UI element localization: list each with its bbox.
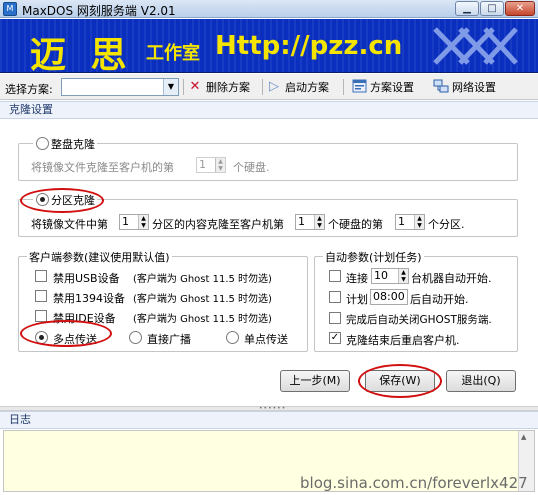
chevron-down-icon[interactable]: ▼ <box>163 79 178 95</box>
scheme-settings-button[interactable]: 方案设置 <box>351 78 414 96</box>
whole-disk-label: 整盘克隆 <box>51 138 95 151</box>
connect-count-checkbox[interactable] <box>329 270 341 282</box>
spin-arrows-icon[interactable]: ▲ ▼ <box>414 215 424 229</box>
delete-scheme-button[interactable]: ✕ 删除方案 <box>187 78 250 96</box>
app-icon: M <box>3 2 17 16</box>
save-button[interactable]: 保存(W) <box>365 370 435 392</box>
start-scheme-label: 启动方案 <box>285 81 329 94</box>
connect-suffix: 台机器自动开始. <box>411 272 492 285</box>
banner-mark-icon <box>433 27 518 65</box>
target-partition-value: 1 <box>398 215 405 228</box>
connect-count-value: 10 <box>374 269 388 282</box>
close-button[interactable]: ✕ <box>505 1 535 16</box>
title-bar: M MaxDOS 网刻服务端 V2.01 ▁ □ ✕ <box>0 0 538 18</box>
close-icon: ✕ <box>515 3 525 14</box>
partition-desc-3: 个硬盘的第 <box>328 218 383 231</box>
restart-client-label: 克隆结束后重启客户机. <box>346 334 460 347</box>
x-icon: ✕ <box>189 79 201 94</box>
spin-arrows-icon[interactable]: ▲ ▼ <box>138 215 148 229</box>
partition-group: 分区克隆 将镜像文件中第 1 ▲ ▼ 分区的内容克隆至客户机第 1 ▲ ▼ 个硬盘的… <box>18 192 518 237</box>
whole-disk-radio[interactable] <box>36 137 49 150</box>
spin-arrows-icon[interactable]: ▲ ▼ <box>314 215 324 229</box>
target-disk-value: 1 <box>298 215 305 228</box>
partition-desc-2: 分区的内容克隆至客户机第 <box>152 218 284 231</box>
whole-disk-number-value: 1 <box>199 158 206 171</box>
unicast-radio[interactable] <box>226 331 239 344</box>
banner-logo: 迈 思 <box>30 35 133 73</box>
toolbar-separator <box>183 79 184 95</box>
disable-1394-label: 禁用1394设备 <box>53 292 125 305</box>
disable-usb-checkbox[interactable] <box>35 270 47 282</box>
scheme-label: 选择方案: <box>5 83 53 96</box>
clone-settings-panel: 整盘克隆 将镜像文件克隆至客户机的第 1 ▲ ▼ 个硬盘. 分区克隆 将镜像文件中… <box>4 120 534 404</box>
whole-disk-desc-suffix: 个硬盘. <box>233 161 270 174</box>
auto-params-title: 自动参数(计划任务) <box>323 249 424 265</box>
clone-settings-header: 克隆设置 <box>0 101 538 119</box>
minimize-button[interactable]: ▁ <box>455 1 479 16</box>
broadcast-label: 直接广播 <box>147 333 191 346</box>
banner: 迈 思 工作室 Http://pzz.cn <box>0 19 538 73</box>
whole-disk-group: 整盘克隆 将镜像文件克隆至客户机的第 1 ▲ ▼ 个硬盘. <box>18 136 518 181</box>
toolbar-separator <box>343 79 344 95</box>
disable-usb-label: 禁用USB设备 <box>53 272 120 285</box>
disable-ide-label: 禁用IDE设备 <box>53 312 116 325</box>
start-scheme-button[interactable]: ▷ 启动方案 <box>266 78 329 96</box>
disable-usb-note: (客户端为 Ghost 11.5 时勿选) <box>133 274 272 285</box>
banner-url: Http://pzz.cn <box>215 31 403 61</box>
toolbar-separator <box>262 79 263 95</box>
toolbar: 选择方案: ▼ ✕ 删除方案 ▷ 启动方案 方案设置 网络设置 <box>0 74 538 100</box>
unicast-label: 单点传送 <box>244 333 288 346</box>
disable-1394-note: (客户端为 Ghost 11.5 时勿选) <box>133 294 272 305</box>
multicast-radio[interactable] <box>35 331 48 344</box>
spin-arrows-icon[interactable]: ▲ ▼ <box>215 158 225 172</box>
client-params-title: 客户端参数(建议使用默认值) <box>27 249 172 265</box>
broadcast-radio[interactable] <box>129 331 142 344</box>
multicast-label: 多点传送 <box>53 333 97 346</box>
window-title: MaxDOS 网刻服务端 V2.01 <box>22 4 176 18</box>
source-partition-value: 1 <box>122 215 129 228</box>
connect-prefix: 连接 <box>346 272 368 285</box>
client-params-group: 客户端参数(建议使用默认值) 禁用USB设备 (客户端为 Ghost 11.5 … <box>18 249 308 352</box>
restart-client-checkbox[interactable]: ✓ <box>329 332 341 344</box>
watermark: blog.sina.com.cn/foreverlx427 <box>300 474 528 492</box>
disable-1394-checkbox[interactable] <box>35 290 47 302</box>
partition-desc-1: 将镜像文件中第 <box>31 218 108 231</box>
schedule-checkbox[interactable] <box>329 291 341 303</box>
close-ghost-checkbox[interactable] <box>329 312 341 324</box>
target-partition-stepper[interactable]: 1 ▲ ▼ <box>395 214 425 230</box>
schedule-suffix: 后自动开始. <box>410 293 469 306</box>
schedule-prefix: 计划 <box>346 293 368 306</box>
target-disk-stepper[interactable]: 1 ▲ ▼ <box>295 214 325 230</box>
banner-studio: 工作室 <box>146 43 200 64</box>
partition-label: 分区克隆 <box>51 194 95 207</box>
schedule-time-input[interactable]: 08:00 <box>370 289 408 305</box>
close-ghost-label: 完成后自动关闭GHOST服务端. <box>346 314 492 326</box>
minimize-icon: ▁ <box>463 3 471 14</box>
maximize-icon: □ <box>487 3 497 14</box>
window-settings-icon <box>351 79 367 95</box>
spin-arrows-icon[interactable]: ▲ ▼ <box>398 269 408 283</box>
checkmark-icon: ✓ <box>330 332 340 343</box>
network-icon <box>433 79 449 95</box>
partition-radio[interactable] <box>36 193 49 206</box>
maximize-button[interactable]: □ <box>480 1 504 16</box>
scheme-select[interactable]: ▼ <box>61 78 179 96</box>
log-header: 日志 <box>0 411 538 429</box>
scheme-settings-label: 方案设置 <box>370 81 414 94</box>
whole-disk-number-stepper[interactable]: 1 ▲ ▼ <box>196 157 226 173</box>
network-settings-button[interactable]: 网络设置 <box>433 78 496 96</box>
auto-params-group: 自动参数(计划任务) 连接 10 ▲ ▼ 台机器自动开始. 计划 08:00 后自… <box>314 249 518 352</box>
delete-scheme-label: 删除方案 <box>206 81 250 94</box>
prev-step-button[interactable]: 上一步(M) <box>280 370 350 392</box>
exit-button[interactable]: 退出(Q) <box>446 370 516 392</box>
scroll-up-icon[interactable]: ▲ <box>521 433 526 441</box>
partition-desc-4: 个分区. <box>428 218 465 231</box>
network-settings-label: 网络设置 <box>452 81 496 94</box>
disable-ide-note: (客户端为 Ghost 11.5 时勿选) <box>133 314 272 325</box>
whole-disk-desc-prefix: 将镜像文件克隆至客户机的第 <box>31 161 174 174</box>
play-icon: ▷ <box>269 79 279 94</box>
source-partition-stepper[interactable]: 1 ▲ ▼ <box>119 214 149 230</box>
disable-ide-checkbox[interactable] <box>35 310 47 322</box>
connect-count-stepper[interactable]: 10 ▲ ▼ <box>371 268 409 284</box>
